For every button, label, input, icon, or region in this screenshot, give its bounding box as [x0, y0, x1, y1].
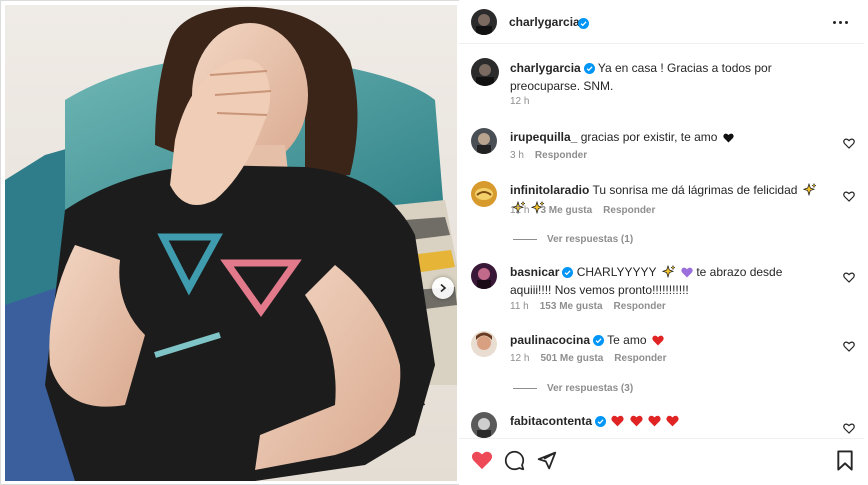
- commenter-avatar[interactable]: [471, 412, 497, 438]
- comment-like-button[interactable]: [843, 339, 855, 352]
- verified-badge-icon: [562, 266, 574, 282]
- comment-like-button[interactable]: [843, 189, 855, 202]
- heart-outline-icon: [843, 423, 855, 434]
- replies-divider: [513, 239, 537, 240]
- verified-badge-icon: [583, 62, 595, 78]
- reply-button[interactable]: Responder: [614, 301, 666, 312]
- comment-text: Te amo: [607, 333, 647, 347]
- commenter-avatar[interactable]: [471, 263, 497, 289]
- next-photo-button[interactable]: [432, 277, 454, 299]
- comment-like-button[interactable]: [843, 270, 855, 283]
- comment-button[interactable]: [504, 450, 525, 476]
- more-horizontal-icon: [833, 20, 836, 24]
- more-options-button[interactable]: [833, 15, 855, 29]
- red-heart-icon: [648, 415, 661, 431]
- heart-filled-icon: [471, 451, 493, 470]
- caption-avatar[interactable]: [471, 58, 499, 86]
- author-avatar[interactable]: [471, 9, 497, 35]
- sparkles-icon: [661, 264, 676, 282]
- commenter-avatar[interactable]: [471, 181, 497, 207]
- like-button[interactable]: [471, 450, 493, 475]
- comment-text: CHARLYYYYY: [576, 265, 657, 279]
- comment-timestamp: 12 h: [510, 205, 530, 216]
- send-icon: [537, 451, 557, 470]
- comment-username[interactable]: basnicar: [510, 265, 559, 279]
- comment-like-button[interactable]: [843, 136, 855, 149]
- heart-outline-icon: [843, 272, 855, 283]
- reply-button[interactable]: Responder: [614, 353, 666, 364]
- comment-username[interactable]: irupequilla_: [510, 130, 577, 144]
- comment-username[interactable]: fabitacontenta: [510, 414, 592, 428]
- caption-timestamp: 12 h: [510, 96, 530, 107]
- post-side-panel: charlygarcia charlygarcia Ya en casa ! G…: [459, 0, 868, 485]
- view-replies-button[interactable]: Ver respuestas (1): [513, 234, 633, 245]
- comment-like-count[interactable]: 153 Me gusta: [540, 301, 603, 312]
- post-header: charlygarcia: [459, 0, 864, 44]
- view-replies-label: Ver respuestas (3): [547, 383, 634, 394]
- verified-badge-icon: [578, 16, 589, 34]
- reply-button[interactable]: Responder: [535, 150, 587, 161]
- red-heart-icon: [611, 415, 624, 431]
- comment-timestamp: 11 h: [510, 301, 529, 312]
- view-replies-label: Ver respuestas (1): [547, 234, 634, 245]
- reply-button[interactable]: Responder: [603, 205, 655, 216]
- heart-outline-icon: [843, 138, 855, 149]
- caption-username[interactable]: charlygarcia: [510, 61, 581, 75]
- post-action-bar: [459, 438, 864, 485]
- sparkles-icon: [802, 182, 817, 200]
- comment-username[interactable]: infinitolaradio: [510, 183, 589, 197]
- post-photo: [5, 5, 457, 481]
- comment-timestamp: 3 h: [510, 150, 524, 161]
- verified-badge-icon: [593, 334, 605, 350]
- commenter-avatar[interactable]: [471, 331, 497, 357]
- photo-illustration: [5, 5, 457, 481]
- view-replies-button[interactable]: Ver respuestas (3): [513, 383, 633, 394]
- comment-like-count[interactable]: 501 Me gusta: [540, 353, 603, 364]
- replies-divider: [513, 388, 537, 389]
- purple-heart-icon: [681, 266, 693, 282]
- comment-username[interactable]: paulinacocina: [510, 333, 590, 347]
- share-button[interactable]: [536, 450, 557, 476]
- save-button[interactable]: [836, 450, 854, 476]
- verified-badge-icon: [595, 415, 607, 431]
- comment-text: gracias por existir, te amo: [580, 130, 718, 144]
- red-heart-icon: [652, 334, 664, 350]
- bookmark-icon: [837, 450, 853, 471]
- chevron-right-icon: [438, 283, 448, 293]
- red-heart-icon: [666, 415, 680, 431]
- heart-outline-icon: [843, 341, 855, 352]
- heart-outline-icon: [843, 191, 855, 202]
- red-heart-icon: [630, 415, 643, 431]
- comment-text: Tu sonrisa me dá lágrimas de felicidad: [592, 183, 798, 197]
- comment-icon: [504, 450, 525, 471]
- comment-timestamp: 12 h: [510, 353, 530, 364]
- black-heart-icon: [723, 131, 734, 147]
- comment-like-button[interactable]: [843, 421, 855, 434]
- commenter-avatar[interactable]: [471, 128, 497, 154]
- author-username[interactable]: charlygarcia: [509, 15, 580, 29]
- comment-like-count[interactable]: 3 Me gusta: [540, 205, 592, 216]
